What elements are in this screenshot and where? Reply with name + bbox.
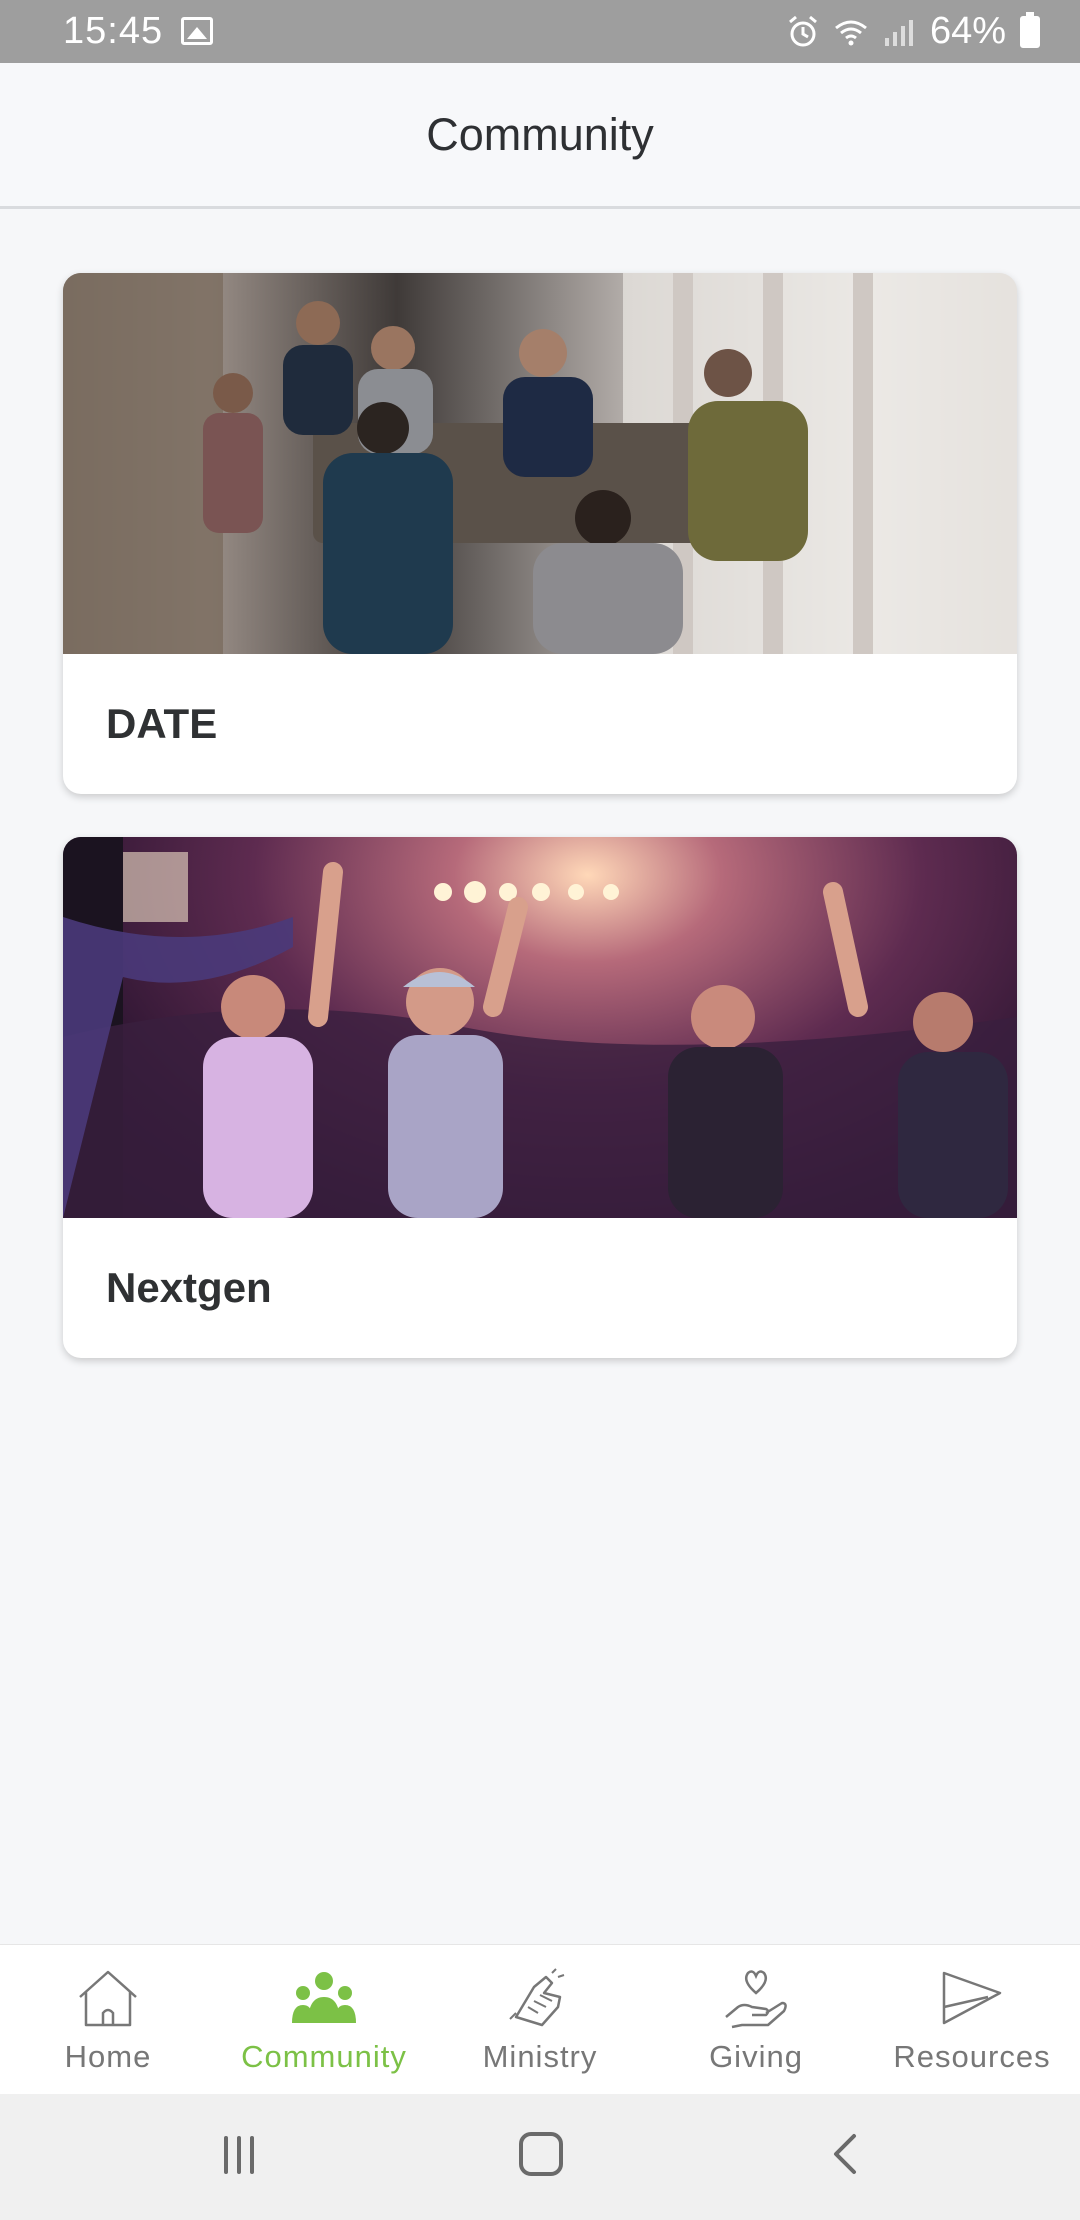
nav-label: Giving	[709, 2039, 803, 2074]
worship-concert-illustration	[63, 837, 1017, 1218]
gallery-icon	[181, 17, 213, 45]
group-dinner-illustration	[63, 273, 1017, 654]
wifi-icon	[835, 20, 867, 45]
home-button[interactable]	[519, 2132, 563, 2176]
recents-icon-bar	[237, 2136, 241, 2174]
worship-concert-photo	[63, 837, 1017, 1218]
system-nav-bar	[0, 2094, 1080, 2220]
community-card-nextgen[interactable]: Nextgen	[63, 837, 1017, 1358]
status-icons: 64%	[786, 10, 1040, 53]
recents-icon-bar	[250, 2136, 254, 2174]
group-dinner-photo	[63, 273, 1017, 654]
house-icon	[79, 1970, 137, 2027]
back-button[interactable]	[828, 2132, 864, 2176]
signal-icon	[884, 19, 913, 46]
card-title: Nextgen	[106, 1264, 272, 1311]
status-time: 15:45	[63, 10, 164, 52]
nav-item-ministry[interactable]: Ministry	[432, 1945, 648, 2094]
bottom-nav: Home Community Ministry Giving Resources	[0, 1944, 1080, 2094]
recents-icon-bar	[224, 2136, 228, 2174]
hands-icon	[509, 1968, 565, 2027]
nav-item-giving[interactable]: Giving	[648, 1945, 864, 2094]
page-title: Community	[426, 108, 654, 160]
giving-hand-icon	[725, 1970, 787, 2029]
app-header: Community	[0, 63, 1080, 209]
paper-plane-icon	[942, 1971, 1002, 2025]
alarm-icon	[788, 15, 817, 46]
nav-item-home[interactable]: Home	[0, 1945, 216, 2094]
nav-label: Community	[241, 2039, 407, 2074]
nav-label: Resources	[893, 2039, 1051, 2074]
nav-item-resources[interactable]: Resources	[864, 1945, 1080, 2094]
battery-percent: 64%	[929, 10, 1006, 52]
status-bar: 15:45 64%	[0, 0, 1080, 63]
battery-icon	[1020, 11, 1040, 48]
nav-label: Home	[64, 2039, 152, 2074]
nav-item-community[interactable]: Community	[216, 1945, 432, 2094]
nav-label: Ministry	[482, 2039, 598, 2074]
people-icon	[292, 1972, 356, 2023]
community-card-date[interactable]: DATE	[63, 273, 1017, 794]
card-title: DATE	[106, 700, 218, 747]
recents-button[interactable]	[218, 2132, 260, 2178]
